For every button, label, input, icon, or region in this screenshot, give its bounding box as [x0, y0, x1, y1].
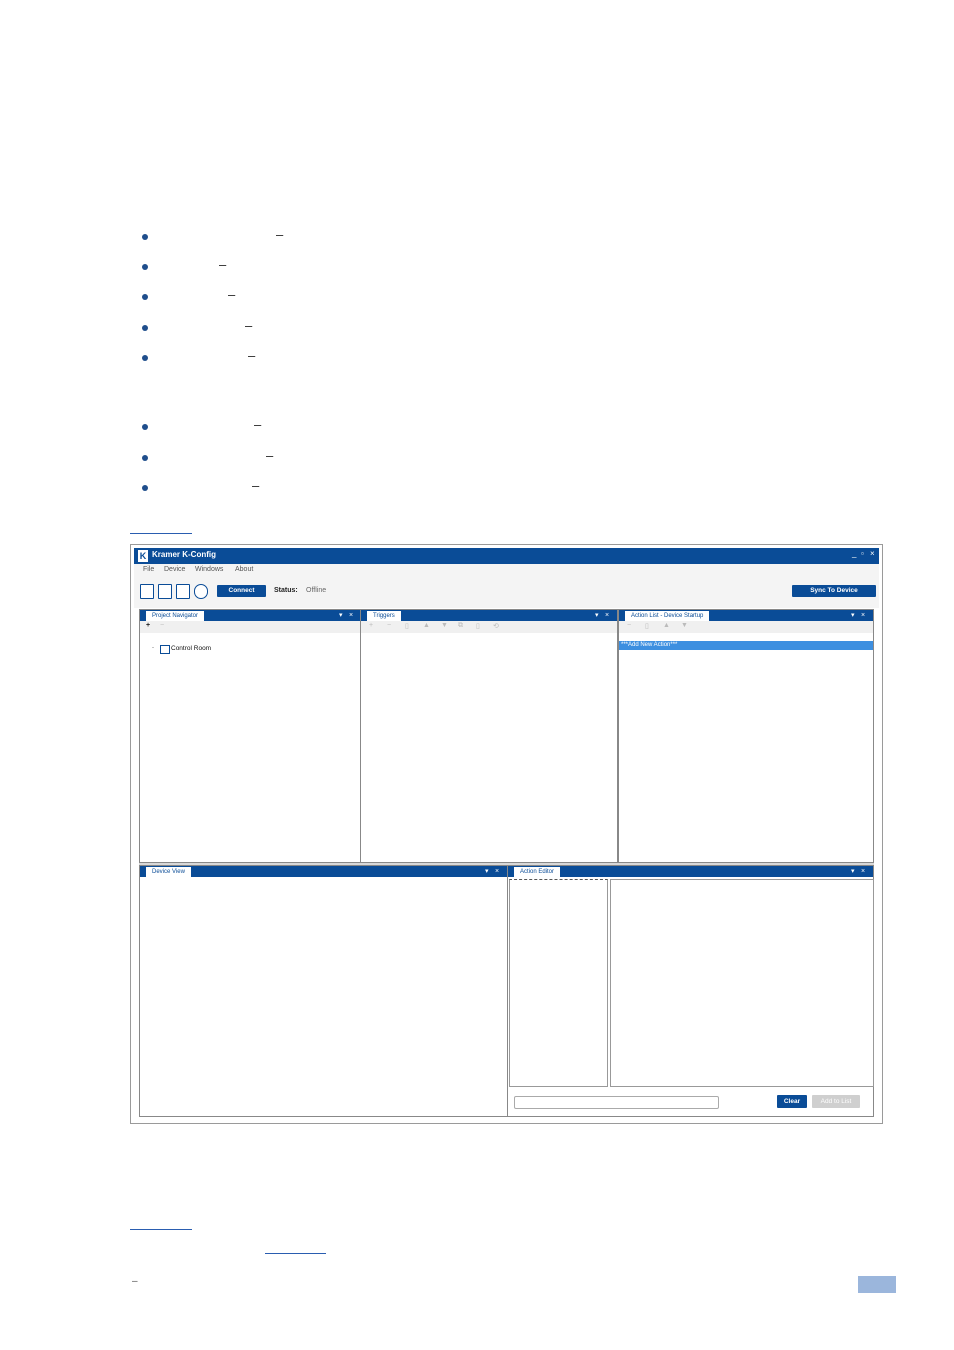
bullet-separator: – — [248, 348, 256, 363]
footer-dash: – — [132, 1276, 138, 1287]
status-label: Status: — [274, 587, 298, 594]
room-icon — [160, 645, 170, 654]
bullet-separator: – — [254, 417, 262, 432]
minimize-button[interactable]: _ — [852, 549, 856, 558]
kconfig-window: K Kramer K-Config _ ▫ × File Device Wind… — [130, 544, 883, 1124]
panel-menu-icon[interactable]: ▾ — [485, 866, 489, 877]
panel-close-icon[interactable]: × — [861, 866, 865, 877]
globe-icon[interactable] — [194, 584, 208, 599]
action-detail-area[interactable] — [610, 879, 874, 1087]
remove-icon[interactable]: − — [160, 622, 164, 629]
panel-toolbar: − ▯ ▲ ▼ — [619, 621, 873, 633]
action-category-list[interactable] — [509, 879, 608, 1087]
copy-icon[interactable]: ▯ — [405, 622, 409, 630]
panel-menu-icon[interactable]: ▾ — [851, 866, 855, 877]
tab-action-editor[interactable]: Action Editor — [514, 867, 561, 877]
save-icon[interactable] — [176, 584, 190, 599]
open-folder-icon[interactable] — [158, 584, 172, 599]
panel-menu-icon[interactable]: ▾ — [339, 610, 343, 621]
move-up-icon[interactable]: ▲ — [663, 622, 670, 629]
tree-expander-icon[interactable]: - — [152, 645, 154, 651]
duplicate-icon[interactable]: ⧉ — [458, 622, 463, 630]
window-title: Kramer K-Config — [152, 550, 217, 559]
page-number-badge — [858, 1276, 896, 1293]
main-toolbar: Connect Status: Offline Sync To Device — [134, 578, 879, 608]
menu-about[interactable]: About — [235, 566, 253, 573]
connect-button[interactable]: Connect — [217, 585, 266, 597]
panel-close-icon[interactable]: × — [861, 610, 865, 621]
new-file-icon[interactable] — [140, 584, 154, 599]
project-navigator-panel: Project Navigator ▾ × + − - Control Room — [139, 609, 361, 863]
tab-action-list[interactable]: Action List - Device Startup — [625, 611, 710, 621]
figure-link[interactable] — [130, 533, 192, 534]
refresh-icon[interactable]: ⟲ — [493, 622, 499, 630]
close-button[interactable]: × — [870, 549, 875, 558]
tab-triggers[interactable]: Triggers — [367, 611, 401, 621]
remove-icon[interactable]: − — [387, 622, 391, 629]
sync-to-device-button[interactable]: Sync To Device — [792, 585, 876, 597]
kramer-logo-icon: K — [138, 550, 148, 562]
action-editor-panel: Action Editor ▾ × Clear Add to List — [507, 865, 874, 1117]
delete-icon[interactable]: ▯ — [476, 622, 480, 630]
bullet-dot — [142, 355, 148, 361]
tree-item-control-room[interactable]: Control Room — [171, 645, 211, 652]
panel-header: Project Navigator ▾ × — [140, 610, 360, 621]
tab-device-view[interactable]: Device View — [146, 867, 191, 877]
move-up-icon[interactable]: ▲ — [423, 622, 430, 629]
triggers-panel: Triggers ▾ × + − ▯ ▲ ▼ ⧉ ▯ ⟲ — [360, 609, 618, 863]
tab-project-navigator[interactable]: Project Navigator — [146, 611, 205, 621]
bullet-separator: – — [228, 287, 236, 302]
move-down-icon[interactable]: ▼ — [441, 622, 448, 629]
menu-device[interactable]: Device — [164, 566, 185, 573]
bullet-dot — [142, 234, 148, 240]
add-icon[interactable]: + — [369, 622, 373, 629]
bullet-dot — [142, 294, 148, 300]
bullet-dot — [142, 424, 148, 430]
maximize-button[interactable]: ▫ — [861, 549, 864, 558]
device-view-panel: Device View ▾ × — [139, 865, 508, 1117]
panel-header: Triggers ▾ × — [361, 610, 617, 621]
action-input[interactable] — [514, 1096, 719, 1109]
remove-icon[interactable]: − — [627, 622, 631, 629]
bullet-separator: – — [276, 227, 284, 242]
bullet-separator: – — [245, 318, 253, 333]
panel-toolbar: + − — [140, 621, 360, 633]
status-value: Offline — [306, 587, 327, 594]
panel-header: Action Editor ▾ × — [508, 866, 873, 877]
bullet-dot — [142, 325, 148, 331]
menu-file[interactable]: File — [143, 566, 154, 573]
panel-header: Action List - Device Startup ▾ × — [619, 610, 873, 621]
copy-icon[interactable]: ▯ — [645, 622, 649, 630]
menu-bar: File Device Windows About — [134, 564, 879, 578]
panel-close-icon[interactable]: × — [605, 610, 609, 621]
clear-button[interactable]: Clear — [777, 1095, 807, 1108]
new-action-row[interactable]: ***Add New Action*** — [619, 641, 873, 650]
panel-close-icon[interactable]: × — [495, 866, 499, 877]
panel-toolbar: + − ▯ ▲ ▼ ⧉ ▯ ⟲ — [361, 621, 617, 633]
menu-windows[interactable]: Windows — [195, 566, 223, 573]
panel-header: Device View ▾ × — [140, 866, 507, 877]
action-list-panel: Action List - Device Startup ▾ × − ▯ ▲ ▼… — [618, 609, 874, 863]
bullet-separator: – — [266, 448, 274, 463]
bullet-separator: – — [219, 257, 227, 272]
bullet-dot — [142, 455, 148, 461]
panel-menu-icon[interactable]: ▾ — [595, 610, 599, 621]
panel-close-icon[interactable]: × — [349, 610, 353, 621]
bullet-dot — [142, 485, 148, 491]
move-down-icon[interactable]: ▼ — [681, 622, 688, 629]
section-link[interactable] — [265, 1253, 326, 1254]
add-icon[interactable]: + — [146, 622, 150, 629]
bullet-dot — [142, 264, 148, 270]
new-action-label: ***Add New Action*** — [621, 642, 678, 648]
panel-menu-icon[interactable]: ▾ — [851, 610, 855, 621]
bullet-separator: – — [252, 478, 260, 493]
title-bar: K Kramer K-Config _ ▫ × — [134, 548, 879, 564]
figure-link[interactable] — [130, 1229, 192, 1230]
add-to-list-button[interactable]: Add to List — [812, 1095, 860, 1108]
